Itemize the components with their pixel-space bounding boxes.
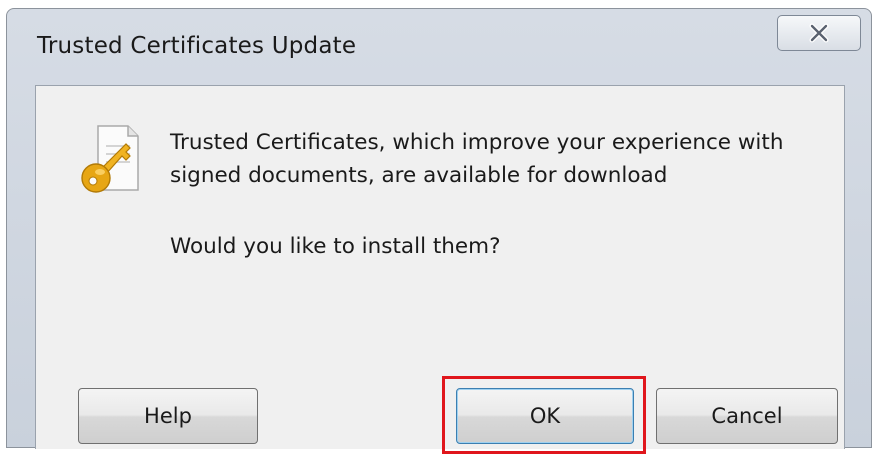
close-button[interactable] [777, 15, 861, 51]
dialog-window: Trusted Certificates Update Trusted Cert… [6, 8, 872, 454]
cancel-button[interactable]: Cancel [656, 388, 838, 444]
close-icon [809, 23, 829, 43]
ok-button[interactable]: OK [456, 388, 634, 444]
dialog-content: Trusted Certificates, which improve your… [35, 85, 845, 454]
dialog-message: Trusted Certificates, which improve your… [170, 130, 784, 188]
title-bar[interactable]: Trusted Certificates Update [7, 9, 871, 85]
dialog-title: Trusted Certificates Update [37, 33, 357, 59]
dialog-question: Would you like to install them? [170, 234, 501, 259]
certificate-key-icon [81, 125, 139, 193]
help-button[interactable]: Help [78, 388, 258, 444]
